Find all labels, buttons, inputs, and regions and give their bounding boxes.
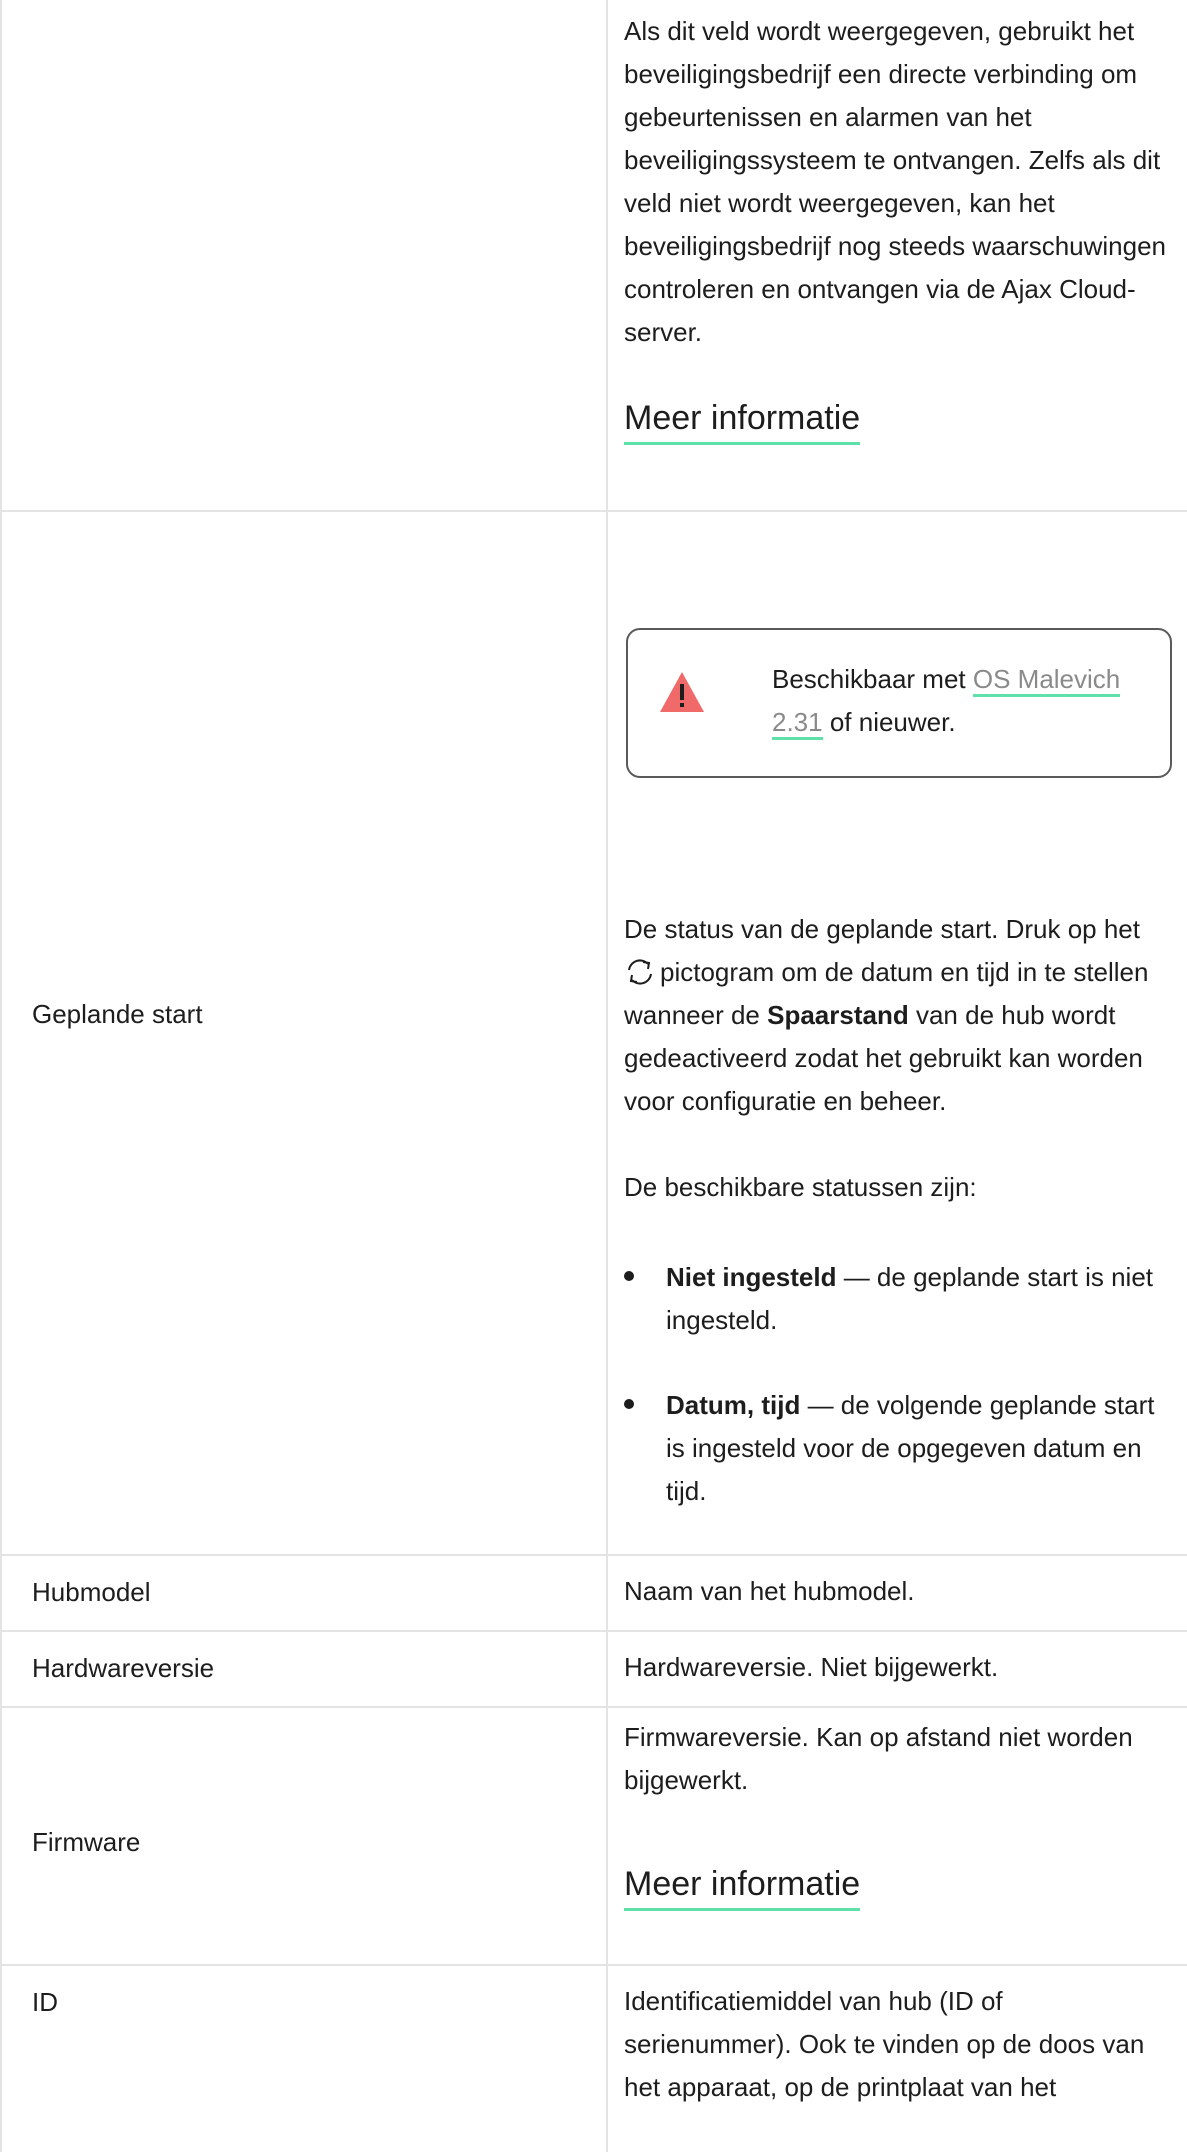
column-divider: [606, 1632, 608, 1706]
settings-table: Als dit veld wordt weergegeven, gebruikt…: [0, 0, 1187, 2152]
warning-triangle-icon: [660, 672, 704, 712]
id-label: ID: [32, 1987, 58, 2017]
hub-model-label: Hubmodel: [32, 1577, 151, 1607]
column-divider: [606, 1556, 608, 1630]
scheduled-start-description: De status van de geplande start. Druk op…: [624, 908, 1174, 1123]
desc-bold-term: Spaarstand: [767, 1000, 909, 1030]
note-prefix: Beschikbaar met: [772, 664, 973, 694]
bullet-term: Niet ingesteld: [666, 1262, 837, 1292]
note-suffix: of nieuwer.: [822, 707, 956, 737]
column-divider: [606, 0, 608, 510]
bullet-term: Datum, tijd: [666, 1390, 801, 1420]
monitoring-description: Als dit veld wordt weergegeven, gebruikt…: [624, 16, 1167, 347]
version-note-text: Beschikbaar met OS Malevich 2.31 of nieu…: [772, 658, 1152, 744]
firmware-label: Firmware: [32, 1827, 141, 1857]
scheduled-start-label: Geplande start: [32, 999, 203, 1029]
table-row-id: ID Identificatiemiddel van hub (ID of se…: [2, 1966, 1187, 2152]
statuses-intro: De beschikbare statussen zijn:: [624, 1172, 977, 1202]
table-row-hardware: Hardwareversie Hardwareversie. Niet bijg…: [2, 1632, 1187, 1708]
table-row-firmware: Firmware Firmwareversie. Kan op afstand …: [2, 1708, 1187, 1966]
version-note: Beschikbaar met OS Malevich 2.31 of nieu…: [626, 628, 1172, 778]
column-divider: [606, 512, 608, 1554]
hub-model-description: Naam van het hubmodel.: [624, 1576, 915, 1606]
firmware-more-info-link[interactable]: Meer informatie: [624, 1862, 861, 1911]
bullet-text: Niet ingesteld — de geplande start is ni…: [666, 1256, 1166, 1342]
hardware-description: Hardwareversie. Niet bijgewerkt.: [624, 1652, 999, 1682]
hardware-label: Hardwareversie: [32, 1653, 215, 1683]
column-divider: [606, 1966, 608, 2152]
id-description: Identificatiemiddel van hub (ID of serie…: [624, 1986, 1145, 2102]
more-info-link[interactable]: Meer informatie: [624, 396, 861, 445]
table-row-monitoring: Als dit veld wordt weergegeven, gebruikt…: [2, 0, 1187, 512]
bullet-dot: [624, 1271, 634, 1281]
firmware-description: Firmwareversie. Kan op afstand niet word…: [624, 1722, 1133, 1795]
table-row-hub-model: Hubmodel Naam van het hubmodel.: [2, 1556, 1187, 1632]
bullet-dot: [624, 1399, 634, 1409]
column-divider: [606, 1708, 608, 1964]
refresh-icon: [628, 959, 652, 985]
desc-part-1: De status van de geplande start. Druk op…: [624, 914, 1140, 944]
bullet-text: Datum, tijd — de volgende geplande start…: [666, 1384, 1166, 1513]
